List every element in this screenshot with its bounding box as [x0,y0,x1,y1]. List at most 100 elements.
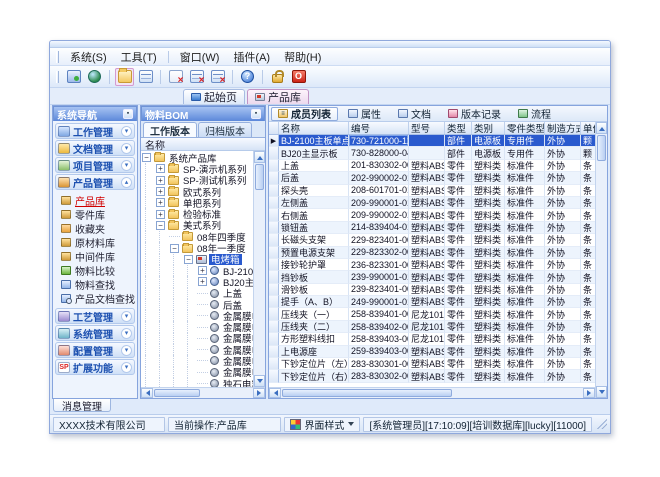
tree-node-金属膜电阻器[interactable]: 金属膜电阻器 [141,367,253,378]
expand-plus-icon[interactable]: + [156,198,165,207]
toolbar-button-exit[interactable]: O [289,68,308,86]
scroll-down-button[interactable] [254,375,265,387]
table-row[interactable]: 右侧盖209-990002-01I塑料ABS零件塑料类标准件外协条 [269,209,595,221]
scroll-track[interactable] [596,162,607,386]
expand-plus-icon[interactable]: + [198,277,207,286]
column-header-类别[interactable]: 类别 [472,122,505,134]
sidebar-group-4[interactable]: 工艺管理▾ [55,308,135,324]
expand-plus-icon[interactable]: + [156,210,165,219]
table-row[interactable]: 锁钮盖214-839404-01I塑料ABS零件塑料类标准件外协条 [269,222,595,234]
scroll-right-button[interactable] [253,388,265,398]
menu-item-5[interactable]: 帮助(H) [277,48,328,66]
tree-node-单把系列[interactable]: +单把系列 [141,197,253,208]
scroll-down-button[interactable] [596,386,607,398]
scroll-up-button[interactable] [254,151,265,163]
collapse-minus-icon[interactable]: − [142,153,151,162]
tree-node-欧式系列[interactable]: +欧式系列 [141,186,253,197]
tree-node-独石电容器[interactable]: 独石电容器 [141,378,253,387]
table-row[interactable]: 提手（A、B）249-990001-01I塑料ABS零件塑料类标准件外协条 [269,296,595,308]
scroll-thumb[interactable] [597,135,606,161]
sidebar-item-产品文档查找[interactable]: 产品文档查找 [61,291,135,305]
toolbar-button-table-remove2[interactable] [208,68,227,86]
sidebar-item-中间件库[interactable]: 中间件库 [61,249,135,263]
expand-plus-icon[interactable]: + [156,164,165,173]
sidebar-item-物料比较[interactable]: 物料比较 [61,263,135,277]
expand-plus-icon[interactable]: + [156,187,165,196]
table-row[interactable]: 滑钞板239-823401-00I塑料ABS零件塑料类标准件外协条 [269,284,595,296]
toolbar-button-system-window[interactable] [64,68,83,86]
tree-node-金属膜电阻器[interactable]: 金属膜电阻器 [141,344,253,355]
chevron-down-icon[interactable]: ▾ [121,126,132,137]
table-row[interactable]: 接钞轮护罩236-823301-00I塑料ABS零件塑料类标准件外协条 [269,259,595,271]
menu-item-1[interactable]: 工具(T) [114,48,164,66]
table-row[interactable]: 后盖202-990002-01I塑料ABS零件塑料类标准件外协条 [269,172,595,184]
table-row[interactable]: BJ20主显示板730-828000-04I部件电源板专用件外协颗 [269,147,595,159]
bom-tab-工作版本[interactable]: 工作版本 [143,122,197,137]
sidebar-item-物料查找[interactable]: 物料查找 [61,277,135,291]
table-row[interactable]: 下钞定位片（右）283-830302-00I塑料ABS零件塑料类标准件外协条 [269,370,595,382]
sidebar-group-1[interactable]: 文档管理▾ [55,140,135,156]
toolbar-button-globe[interactable] [85,68,104,86]
column-header-类型[interactable]: 类型 [445,122,472,134]
column-header-单位[interactable]: 单位 [581,122,595,134]
sidebar-group-7[interactable]: SP扩展功能▾ [55,359,135,375]
sidebar-group-6[interactable]: 配置管理▾ [55,342,135,358]
tree-node-金属膜电阻器[interactable]: 金属膜电阻器 [141,310,253,321]
tree-node-金属膜电阻器[interactable]: 金属膜电阻器 [141,333,253,344]
scroll-thumb[interactable] [282,389,452,397]
column-header-型号[interactable]: 型号 [409,122,445,134]
menu-grip[interactable] [56,51,59,63]
chevron-down-icon[interactable]: ▾ [121,345,132,356]
tree-node-系统产品库[interactable]: −系统产品库 [141,152,253,163]
table-row[interactable]: 压线夹（二）258-839402-00I尼龙1010零件塑料类标准件外协条 [269,321,595,333]
bom-tab-归档版本[interactable]: 归档版本 [198,122,252,137]
bom-panel-menu-button[interactable]: ▪ [251,109,261,119]
sidebar-item-零件库[interactable]: 零件库 [61,207,135,221]
tree-node-金属膜电阻器[interactable]: 金属膜电阻器 [141,321,253,332]
detail-tab-流程[interactable]: 流程 [511,107,558,121]
window-resize-grip[interactable] [597,419,607,429]
table-row[interactable]: 长磁头支架229-823401-00I塑料ABS零件塑料类标准件外协条 [269,234,595,246]
sidebar-group-3[interactable]: 产品管理▴ [55,174,135,190]
tree-node-08年一季度[interactable]: −08年一季度 [141,242,253,253]
sidebar-group-2[interactable]: 项目管理▾ [55,157,135,173]
table-row[interactable]: 下钞定位片（左）283-830301-00I塑料ABS零件塑料类标准件外协条 [269,358,595,370]
detail-tab-文档[interactable]: 文档 [391,107,438,121]
tree-node-BJ20主显示板[interactable]: +BJ20主显示板 [141,276,253,287]
expand-plus-icon[interactable]: + [198,266,207,275]
table-row[interactable]: 探头壳208-601701-01I塑料ABS零件塑料类标准件外协条 [269,185,595,197]
table-row[interactable]: 压线夹（一）258-839401-00I尼龙1010零件塑料类标准件外协条 [269,308,595,320]
tree-node-后盖[interactable]: 后盖 [141,299,253,310]
chevron-down-icon[interactable]: ▾ [121,143,132,154]
scroll-left-button[interactable] [141,388,153,398]
detail-tab-版本记录[interactable]: 版本记录 [441,107,508,121]
sidebar-item-产品库[interactable]: 产品库 [61,193,135,207]
tree-column-header[interactable]: 名称 [141,138,265,151]
column-header-编号[interactable]: 编号 [349,122,409,134]
tree-node-上盖[interactable]: 上盖 [141,288,253,299]
column-header-零件类型[interactable]: 零件类型 [505,122,545,134]
toolbar-button-lock[interactable] [268,68,287,86]
table-row[interactable]: 上盖201-830302-00I塑料ABS零件塑料类标准件外协条 [269,160,595,172]
scroll-thumb[interactable] [255,164,264,190]
menu-item-3[interactable]: 窗口(W) [173,48,227,66]
table-row[interactable]: ▶BJ-2100主板单点730-721000-12I部件电源板专用件外协颗 [269,135,595,147]
tree-node-08年四季度[interactable]: 08年四季度 [141,231,253,242]
scroll-left-button[interactable] [269,388,281,398]
scroll-track[interactable] [453,388,583,398]
tree-horizontal-scrollbar[interactable] [141,387,265,398]
table-horizontal-scrollbar[interactable] [269,387,595,398]
table-vertical-scrollbar[interactable] [595,122,607,398]
table-row[interactable]: 上电源座259-839403-00I塑料ABS零件塑料类标准件外协条 [269,346,595,358]
scroll-track[interactable] [201,388,253,398]
sidebar-item-原材料库[interactable]: 原材料库 [61,235,135,249]
tree-node-检验标准[interactable]: +检验标准 [141,208,253,219]
doc-tab-active[interactable]: 产品库 [247,89,309,104]
sidebar-group-5[interactable]: 系统管理▾ [55,325,135,341]
sidebar-item-收藏夹[interactable]: 收藏夹 [61,221,135,235]
table-row[interactable]: 挡钞板239-990001-01I塑料ABS零件塑料类标准件外协条 [269,271,595,283]
expand-plus-icon[interactable]: + [156,176,165,185]
collapse-minus-icon[interactable]: − [156,221,165,230]
collapse-minus-icon[interactable]: − [170,244,179,253]
column-header-名称[interactable]: 名称 [279,122,349,134]
